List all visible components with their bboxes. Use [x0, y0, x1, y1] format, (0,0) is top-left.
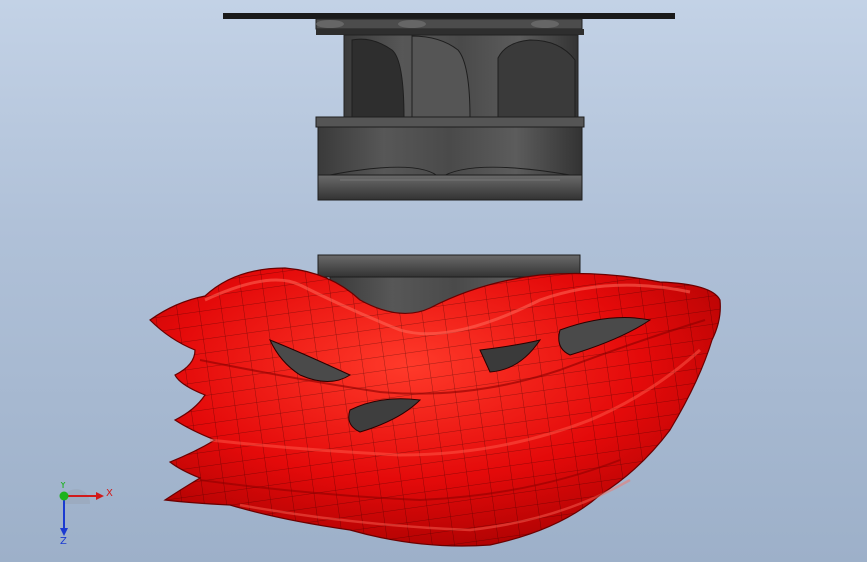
x-axis-arrow — [96, 492, 104, 500]
cad-viewport[interactable] — [0, 0, 867, 562]
z-axis-label: Z — [60, 536, 67, 544]
z-axis-arrow — [60, 528, 68, 536]
x-axis-label: X — [106, 488, 113, 499]
helmet-shell[interactable] — [149, 267, 721, 547]
top-plate[interactable] — [223, 13, 675, 35]
y-axis-dot — [59, 491, 69, 501]
orientation-triad: X Y Z — [50, 480, 120, 547]
upper-mold[interactable] — [315, 34, 585, 201]
y-axis-label: Y — [59, 482, 67, 491]
